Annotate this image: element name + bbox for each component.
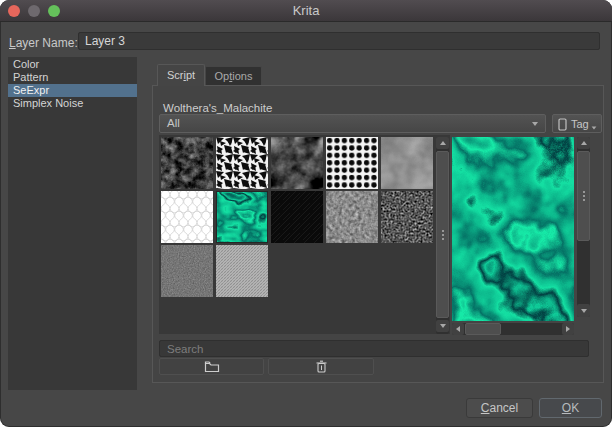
grid-scroll-up-button[interactable] — [436, 137, 449, 149]
pattern-thumb-black-maze[interactable] — [271, 191, 323, 243]
bookmark-icon — [558, 118, 567, 131]
grid-scroll-down-button[interactable] — [436, 320, 449, 332]
krita-dialog: Krita Layer Name: ColorPatternSeExprSimp… — [0, 0, 612, 427]
pattern-thumb-fine-noise[interactable] — [161, 245, 213, 297]
generator-item-color[interactable]: Color — [8, 58, 137, 71]
ok-button[interactable]: OK — [539, 398, 602, 418]
chevron-down-icon — [532, 122, 538, 126]
pattern-preview[interactable] — [452, 137, 574, 321]
grid-scrollbar-handle[interactable] — [436, 151, 449, 318]
generator-item-simplex-noise[interactable]: Simplex Noise — [8, 97, 137, 110]
tag-filter-value: All — [167, 117, 180, 129]
up-arrow-icon — [581, 141, 587, 145]
search-input[interactable] — [159, 340, 589, 357]
tag-button-label: Tag — [571, 116, 589, 133]
pattern-thumb-malachite[interactable] — [216, 191, 268, 243]
preview-scroll-left-button[interactable] — [452, 323, 464, 335]
right-arrow-icon — [566, 326, 570, 332]
pattern-thumb-gray-marble[interactable] — [271, 137, 323, 189]
delete-resource-button[interactable] — [268, 358, 374, 375]
trash-icon — [316, 360, 327, 373]
down-arrow-icon — [581, 309, 587, 313]
layer-name-input[interactable] — [78, 32, 600, 50]
generator-item-pattern[interactable]: Pattern — [8, 71, 137, 84]
generator-list[interactable]: ColorPatternSeExprSimplex Noise — [8, 57, 137, 390]
import-resource-button[interactable] — [159, 358, 264, 375]
preview-scroll-down-button[interactable] — [577, 304, 590, 317]
selected-pattern-name: Wolthera's_Malachite — [163, 102, 272, 114]
pattern-thumb-gray-clouds[interactable] — [381, 137, 433, 189]
pattern-grid — [159, 135, 450, 334]
titlebar[interactable]: Krita — [0, 0, 612, 22]
pattern-thumb-light-weave[interactable] — [216, 245, 268, 297]
tab-options[interactable]: Options — [205, 66, 262, 86]
window-title: Krita — [0, 0, 612, 22]
cancel-button[interactable]: Cancel — [466, 398, 533, 418]
grip-dots-icon — [583, 195, 585, 197]
pattern-thumb-bw-triangles[interactable] — [216, 137, 268, 189]
pattern-thumb-dark-grain[interactable] — [161, 137, 213, 189]
preview-scroll-up-button[interactable] — [577, 137, 590, 149]
pattern-thumb-rough-gray[interactable] — [326, 191, 378, 243]
pattern-thumbnails — [161, 137, 435, 297]
pattern-thumb-speckle[interactable] — [381, 191, 433, 243]
preview-scroll-right-button[interactable] — [562, 323, 574, 335]
tab-script[interactable]: Script — [157, 64, 205, 86]
preview-hscrollbar-handle[interactable] — [465, 323, 501, 335]
tag-chevron-down-icon — [592, 126, 597, 129]
script-tab-panel: Wolthera's_Malachite All Tag — [152, 85, 604, 383]
left-arrow-icon — [456, 326, 460, 332]
generator-item-seexpr[interactable]: SeExpr — [8, 84, 137, 97]
tag-button[interactable]: Tag — [552, 114, 602, 133]
up-arrow-icon — [440, 141, 446, 145]
preview-vscrollbar-handle[interactable] — [577, 151, 590, 241]
layer-name-label: Layer Name: — [9, 36, 78, 50]
pattern-thumb-white-rings[interactable] — [161, 191, 213, 243]
grip-dots-icon — [442, 234, 444, 236]
down-arrow-icon — [440, 324, 446, 328]
pattern-thumb-halftone-dots[interactable] — [326, 137, 378, 189]
folder-icon — [204, 360, 220, 373]
tag-filter-combobox[interactable]: All — [159, 114, 546, 133]
